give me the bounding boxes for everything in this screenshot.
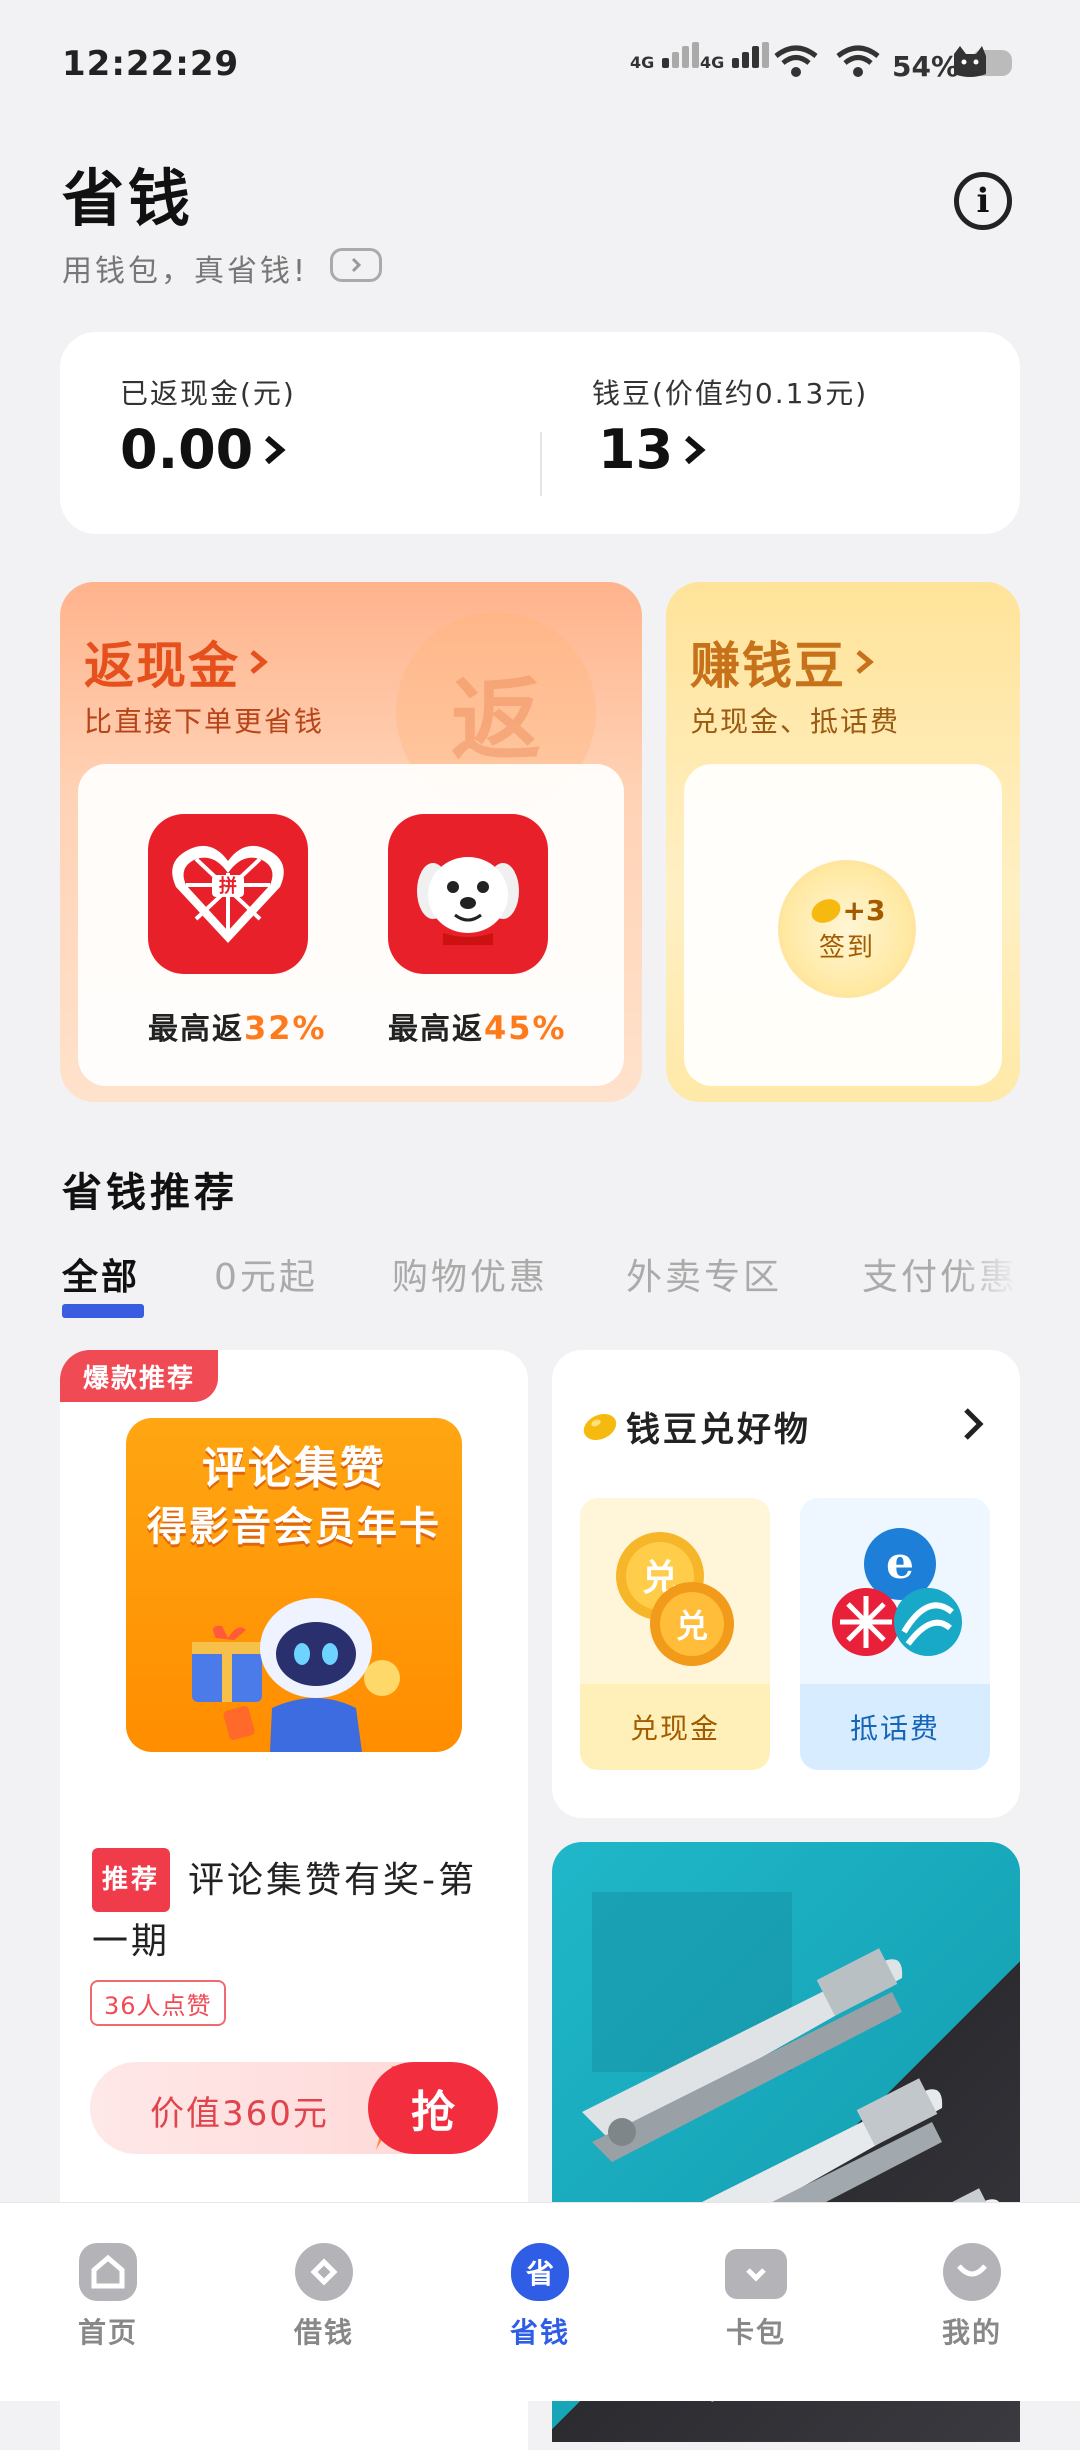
promo-line-2: 得影音会员年卡 <box>147 1504 441 1550</box>
cell-signal-1-icon: 4G <box>630 42 699 72</box>
cashback-subtitle: 比直接下单更省钱 <box>84 705 325 738</box>
sim-label: 4G <box>700 53 725 72</box>
cashback-label: 已返现金(元) <box>120 377 296 410</box>
svg-text:兑: 兑 <box>676 1607 708 1645</box>
checkin-label: 签到 <box>818 933 875 963</box>
cashback-title-row: 返现金 <box>84 626 272 698</box>
bean-icon <box>583 1413 617 1440</box>
chevron-right-icon <box>351 257 362 273</box>
nav-save[interactable]: 省 省钱 <box>480 2243 600 2351</box>
battery-icon <box>954 46 1012 77</box>
hot-tag: 爆款推荐 <box>60 1350 218 1402</box>
jd-app[interactable]: 最高返45% <box>388 814 567 1048</box>
beans-summary[interactable]: 钱豆(价值约0.13元) 13 <box>592 372 868 481</box>
grab-button[interactable]: 价值360元 抢 <box>90 2062 498 2154</box>
exchange-cash-tile[interactable]: 兑 兑 兑现金 <box>580 1498 770 1770</box>
page-subtitle: 用钱包，真省钱! <box>62 254 309 289</box>
exchange-cash-label: 兑现金 <box>580 1684 770 1770</box>
clock: 12:22:29 <box>62 44 240 84</box>
likes-badge: 36人点赞 <box>90 1980 226 2026</box>
checkin-button[interactable]: +3 签到 <box>778 860 916 998</box>
battery-percent: 54% <box>892 50 960 83</box>
cell-signal-2-icon: 4G <box>700 42 769 72</box>
phone-bill-label: 抵话费 <box>800 1684 990 1770</box>
borrow-icon <box>295 2243 353 2301</box>
subtitle-arrow-button[interactable] <box>330 248 382 282</box>
info-icon: i <box>976 181 990 221</box>
pinduoduo-icon: 拼 <box>148 814 308 974</box>
tab-zero-yuan[interactable]: 0元起 <box>214 1248 318 1300</box>
svg-text:拼: 拼 <box>219 875 237 897</box>
chevron-right-icon[interactable] <box>958 1404 988 1444</box>
page-title: 省钱 <box>62 162 195 235</box>
phone-bill-tile[interactable]: e 抵话费 <box>800 1498 990 1770</box>
divider <box>540 432 542 496</box>
cashback-card[interactable]: 返 返现金 比直接下单更省钱 拼 最高返32% 最高返45% <box>60 582 642 1102</box>
wifi-icon <box>836 45 880 77</box>
svg-text:e: e <box>886 1538 914 1589</box>
tab-shopping[interactable]: 购物优惠 <box>392 1248 548 1300</box>
tab-takeout[interactable]: 外卖专区 <box>626 1248 782 1300</box>
nav-home-label: 首页 <box>77 2316 138 2349</box>
nav-cards-label: 卡包 <box>725 2316 786 2349</box>
cashback-summary[interactable]: 已返现金(元) 0.00 <box>120 372 296 481</box>
beans-exchange-card[interactable]: 钱豆兑好物 兑 兑 兑现金 e 抵话费 <box>552 1350 1020 1818</box>
tab-all[interactable]: 全部 <box>62 1248 140 1300</box>
status-bar: 12:22:29 4G 4G 54% <box>0 0 1080 120</box>
nav-borrow-label: 借钱 <box>293 2316 354 2349</box>
beans-subtitle: 兑现金、抵话费 <box>690 705 901 738</box>
sim-label: 4G <box>630 53 655 72</box>
value-text: 价值360元 <box>150 2094 329 2134</box>
gold-coin-icon: 兑 兑 <box>616 1532 734 1666</box>
nav-borrow[interactable]: 借钱 <box>264 2243 384 2351</box>
beans-title: 赚钱豆 <box>690 637 846 695</box>
bean-icon <box>811 898 840 923</box>
nav-cards[interactable]: 卡包 <box>696 2243 816 2351</box>
cashback-title: 返现金 <box>84 637 240 695</box>
robot-mascot-icon <box>192 1598 400 1752</box>
beans-title-row: 赚钱豆 <box>690 626 878 698</box>
profile-icon <box>943 2243 1001 2301</box>
chevron-right-icon <box>685 435 706 464</box>
home-icon <box>79 2243 137 2301</box>
info-button[interactable]: i <box>954 172 1012 230</box>
promo-image: 评论集赞 得影音会员年卡 <box>126 1418 462 1752</box>
chevron-right-icon <box>250 650 268 674</box>
tab-indicator <box>62 1304 144 1318</box>
grab-label: 抢 <box>368 2062 498 2154</box>
chevron-right-icon <box>856 650 874 674</box>
wallet-icon <box>725 2249 787 2299</box>
chevron-right-icon <box>265 435 286 464</box>
rebate-text: 最高返45% <box>388 1009 567 1047</box>
beans-exchange-title: 钱豆兑好物 <box>626 1410 811 1450</box>
beans-label: 钱豆(价值约0.13元) <box>592 377 869 410</box>
beans-exchange-header: 钱豆兑好物 <box>580 1402 811 1451</box>
nav-me-label: 我的 <box>941 2316 1002 2349</box>
bottom-nav: 首页 借钱 省 省钱 卡包 我的 <box>0 2202 1080 2401</box>
recommend-badge: 推荐 <box>92 1848 171 1912</box>
jd-dog-icon <box>388 814 548 974</box>
feed-item-title[interactable]: 推荐 评论集赞有奖-第一期 <box>92 1848 492 1972</box>
beans-card[interactable]: 赚钱豆 兑现金、抵话费 +3 签到 <box>666 582 1020 1102</box>
nav-home[interactable]: 首页 <box>48 2243 168 2351</box>
nav-save-label: 省钱 <box>509 2316 570 2349</box>
tab-payment[interactable]: 支付优惠 <box>862 1248 1018 1300</box>
beans-value: 13 <box>598 418 674 481</box>
promo-line-1: 评论集赞 <box>202 1443 386 1494</box>
cashback-apps-panel: 拼 最高返32% 最高返45% <box>78 764 624 1086</box>
save-money-bag-icon: 省 <box>511 2243 569 2301</box>
rebate-text: 最高返32% <box>148 1009 327 1047</box>
wifi-icon <box>774 45 818 77</box>
checkin-panel: +3 签到 <box>684 764 1002 1086</box>
telecom-logos-icon: e <box>832 1528 962 1656</box>
nav-me[interactable]: 我的 <box>912 2243 1032 2351</box>
cashback-value: 0.00 <box>120 418 254 481</box>
section-title: 省钱推荐 <box>62 1170 238 1216</box>
pinduoduo-app[interactable]: 拼 最高返32% <box>148 814 327 1048</box>
checkin-bonus: +3 <box>842 894 886 927</box>
